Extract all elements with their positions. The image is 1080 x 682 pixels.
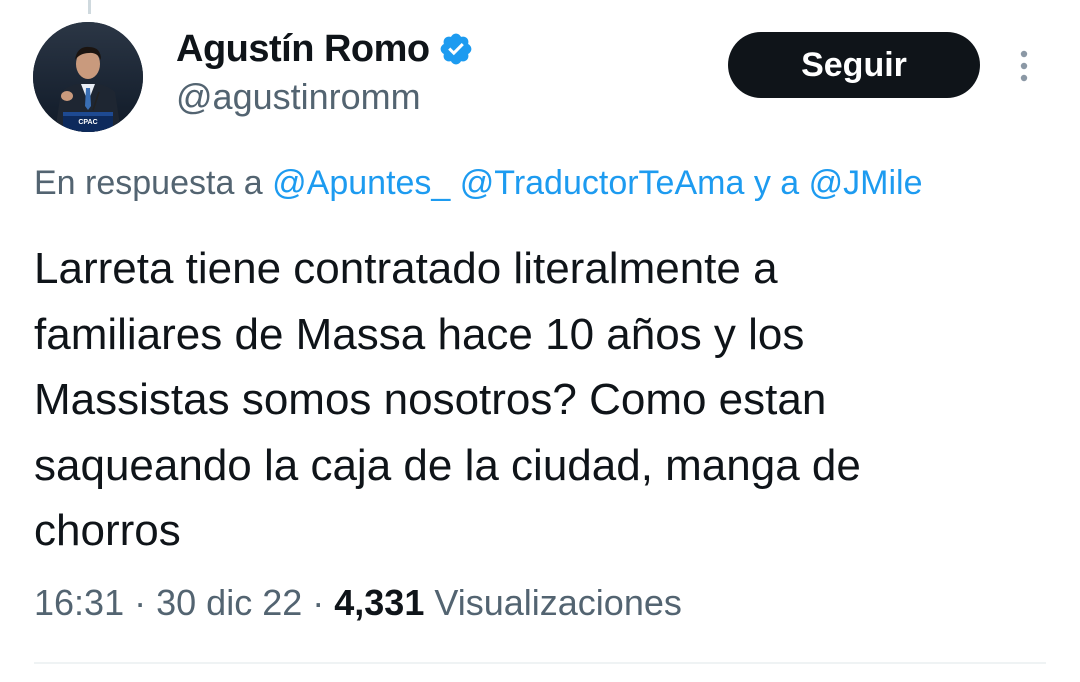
author-handle[interactable]: @agustinromm: [176, 76, 421, 118]
avatar-photo: CPAC: [33, 22, 143, 132]
thread-connector-line: [88, 0, 91, 14]
avatar[interactable]: CPAC: [33, 22, 143, 132]
tweet-time[interactable]: 16:31: [34, 582, 124, 623]
author-name-row[interactable]: Agustín Romo: [176, 26, 474, 72]
meta-separator: ·: [134, 582, 147, 623]
reply-context: En respuesta a @Apuntes_ @TraductorTeAma…: [34, 164, 923, 203]
reply-prefix: En respuesta a: [34, 164, 273, 202]
reply-conjunction[interactable]: y a: [754, 164, 799, 202]
follow-button[interactable]: Seguir: [728, 32, 980, 98]
reply-mention-traductor[interactable]: @TraductorTeAma: [460, 164, 745, 202]
reply-mention-apuntes[interactable]: @Apuntes_: [272, 164, 450, 202]
divider: [34, 662, 1046, 664]
svg-text:CPAC: CPAC: [78, 119, 97, 126]
author-display-name[interactable]: Agustín Romo: [176, 28, 430, 71]
view-count[interactable]: 4,331: [334, 582, 424, 623]
tweet-body-text: Larreta tiene contratado literalmente a …: [34, 244, 861, 555]
more-vertical-icon[interactable]: [1012, 46, 1036, 86]
tweet-date[interactable]: 30 dic 22: [156, 582, 302, 623]
view-label[interactable]: Visualizaciones: [434, 582, 681, 623]
meta-separator: ·: [312, 582, 325, 623]
reply-mention-jmile[interactable]: @JMile: [809, 164, 923, 202]
tweet-meta: 16:31 · 30 dic 22 · 4,331 Visualizacione…: [34, 582, 682, 624]
verified-badge-icon: [438, 31, 474, 67]
